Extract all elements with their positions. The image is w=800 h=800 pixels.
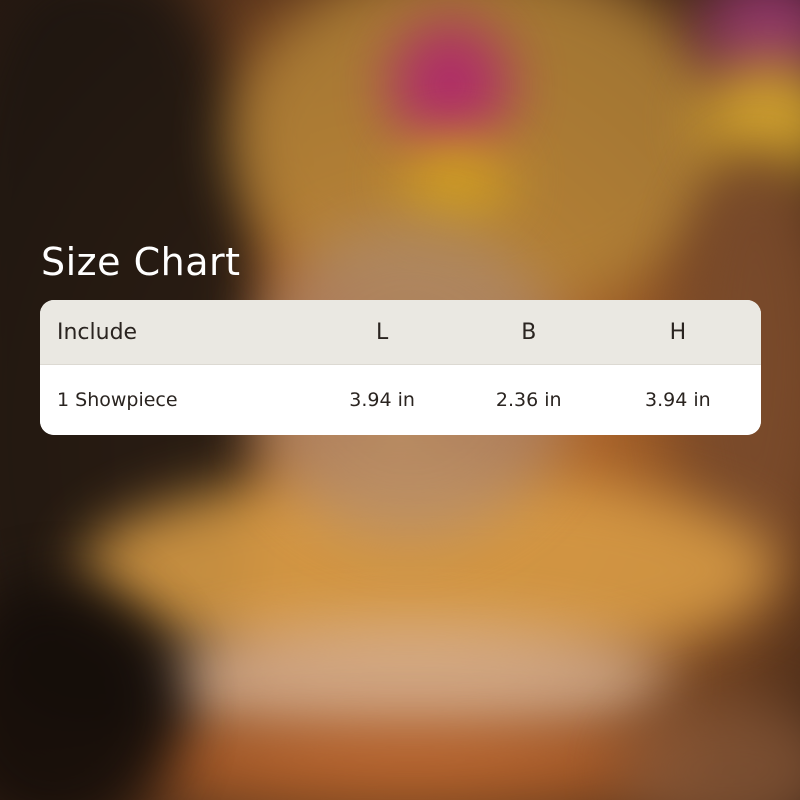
table-row: 1 Showpiece 3.94 in 2.36 in 3.94 in [40,365,761,435]
cell-length: 3.94 in [349,389,415,411]
header-breadth: B [521,319,537,345]
size-chart-title: Size Chart [41,240,241,284]
header-height: H [669,319,687,345]
header-length: L [375,319,389,345]
cell-breadth: 2.36 in [495,389,562,411]
cell-height: 3.94 in [645,389,711,411]
table-header-row: Include L B H [40,300,761,365]
header-include: Include [57,319,138,345]
size-chart-table: Include L B H 1 Showpiece 3.94 in 2.36 i… [40,300,761,435]
cell-include: 1 Showpiece [57,389,178,411]
